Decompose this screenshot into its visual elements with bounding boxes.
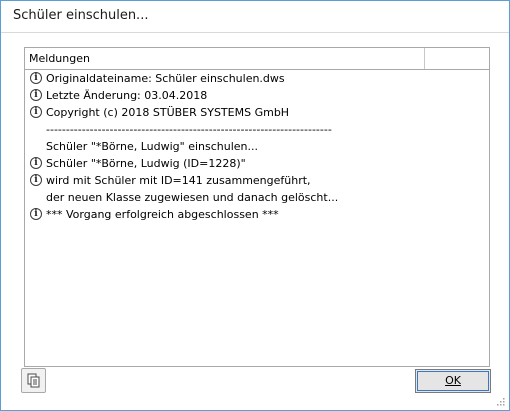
column-header-empty[interactable] bbox=[425, 48, 489, 69]
info-icon: i bbox=[30, 174, 42, 186]
messages-header: Meldungen bbox=[25, 48, 489, 70]
title-bar: Schüler einschulen... bbox=[1, 1, 509, 33]
info-icon: i bbox=[30, 208, 42, 220]
copy-icon bbox=[27, 373, 40, 388]
window-title: Schüler einschulen... bbox=[13, 8, 149, 23]
column-header-messages[interactable]: Meldungen bbox=[25, 48, 425, 69]
list-item: ----------------------------------------… bbox=[46, 123, 332, 136]
list-item: i wird mit Schüler mit ID=141 zusammenge… bbox=[25, 172, 489, 189]
list-item: i Letzte Änderung: 03.04.2018 bbox=[25, 87, 489, 104]
list-item: i Schüler "*Börne, Ludwig (ID=1228)" bbox=[25, 155, 489, 172]
messages-panel[interactable]: Meldungen i Originaldateiname: Schüler e… bbox=[24, 47, 490, 367]
resize-grip-icon[interactable] bbox=[495, 396, 505, 406]
copy-button[interactable] bbox=[21, 368, 46, 393]
list-item: i Originaldateiname: Schüler einschulen.… bbox=[25, 70, 489, 87]
info-icon: i bbox=[30, 89, 42, 101]
ok-button[interactable]: OK bbox=[415, 369, 491, 393]
dialog-window: Schüler einschulen... Meldungen i Origin… bbox=[0, 0, 510, 411]
ok-button-label: OK bbox=[445, 374, 461, 387]
list-item: i *** Vorgang erfolgreich abgeschlossen … bbox=[25, 206, 489, 223]
info-icon: i bbox=[30, 106, 42, 118]
list-item: Schüler "*Börne, Ludwig" einschulen... bbox=[46, 140, 258, 153]
info-icon: i bbox=[30, 72, 42, 84]
column-header-label: Meldungen bbox=[29, 52, 90, 65]
list-item: i Copyright (c) 2018 STÜBER SYSTEMS GmbH bbox=[25, 104, 489, 121]
info-icon: i bbox=[30, 157, 42, 169]
list-item: der neuen Klasse zugewiesen und danach g… bbox=[46, 191, 339, 204]
messages-list: i Originaldateiname: Schüler einschulen.… bbox=[25, 70, 489, 223]
